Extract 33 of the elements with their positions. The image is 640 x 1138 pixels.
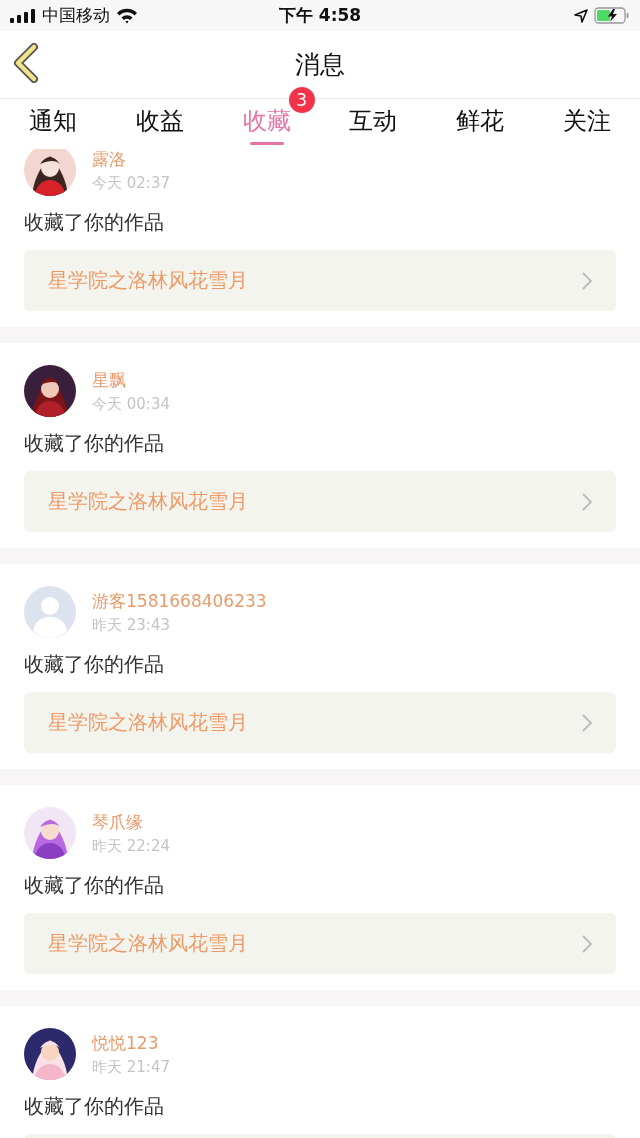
wifi-icon [116,7,138,24]
carrier-name: 中国移动 [42,4,110,27]
user-name: 星飘 [92,368,127,392]
avatar-icon [24,586,76,638]
message-text: 收藏了你的作品 [24,209,165,236]
message-text: 收藏了你的作品 [24,651,165,678]
chevron-icon [582,492,592,511]
tab[interactable]: 通知 [25,99,82,149]
battery-icon [594,7,630,24]
signal-icon [10,8,36,23]
chevron-icon [582,271,592,290]
chevron-icon [582,934,592,953]
message-text: 收藏了你的作品 [24,872,165,899]
timestamp: 昨天 22:24 [92,836,170,856]
user-name: 游客1581668406233 [92,589,267,613]
timestamp: 今天 00:34 [92,394,170,414]
message-text: 收藏了你的作品 [24,430,165,457]
count-badge: 3 [288,87,315,113]
message-text: 收藏了你的作品 [24,1093,165,1120]
page-title: 消息 [295,49,345,81]
tab[interactable]: 鲜花 [452,99,508,149]
user-name: 悦悦123 [92,1031,160,1055]
timestamp: 昨天 21:47 [92,1057,170,1077]
user-name: 琴爪缘 [92,810,144,834]
timestamp: 昨天 23:43 [92,615,171,635]
tab[interactable]: 互动 [345,99,402,149]
user-name: 露洛 [92,149,127,171]
chevron-icon [582,713,592,732]
tab[interactable]: 收益 [132,99,188,149]
clock: 下午 4:58 [278,4,362,27]
tab[interactable]: 关注 [558,99,615,149]
timestamp: 今天 02:37 [92,173,170,193]
location-icon [574,8,588,23]
